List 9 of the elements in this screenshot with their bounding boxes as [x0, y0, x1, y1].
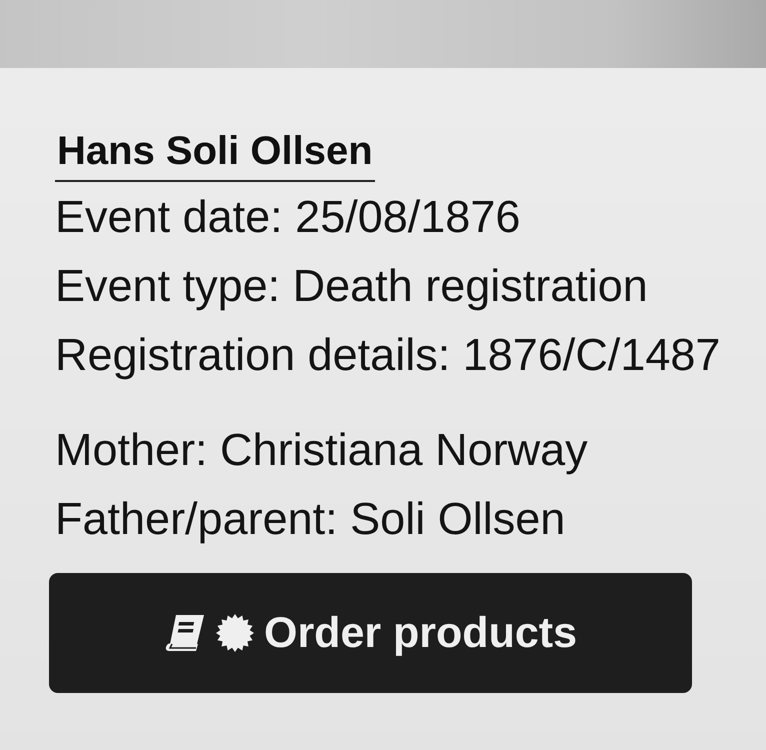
parent-detail: Mother: Christiana Norway — [55, 423, 588, 477]
record-detail: Event type: Death registration — [55, 259, 649, 313]
parent-detail: Father/parent: Soli Ollsen — [55, 492, 566, 546]
book-icon — [164, 614, 206, 652]
record-detail: Registration details: 1876/C/1487 — [55, 328, 720, 382]
person-name-link[interactable]: Hans Soli Ollsen — [55, 128, 375, 182]
record-detail: Event date: 25/08/1876 — [55, 190, 522, 244]
order-products-button[interactable]: Order products — [49, 573, 692, 693]
starburst-icon — [216, 614, 254, 652]
